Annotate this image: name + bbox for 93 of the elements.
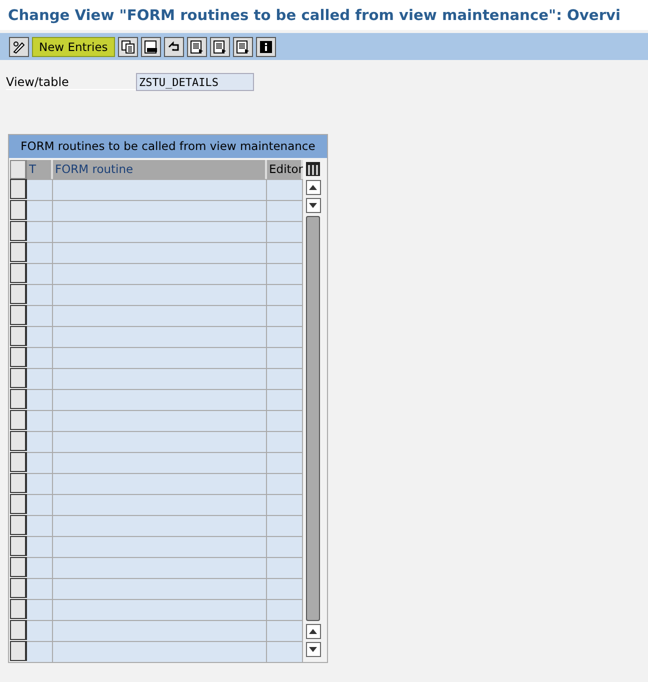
table-cell xyxy=(27,515,53,536)
edit-icon[interactable] xyxy=(9,36,29,56)
down-triangle-icon xyxy=(309,647,317,652)
scroll-down-button[interactable] xyxy=(306,642,320,657)
table-cell xyxy=(27,326,53,347)
table-cell xyxy=(267,536,303,557)
row-selector[interactable] xyxy=(10,284,27,304)
row-selector[interactable] xyxy=(10,263,27,283)
table-cell xyxy=(267,326,303,347)
row-selector[interactable] xyxy=(10,620,27,640)
document-icon[interactable] xyxy=(140,36,161,56)
row-selector[interactable] xyxy=(10,242,27,262)
table-cell xyxy=(267,389,303,410)
info-icon[interactable] xyxy=(256,36,276,56)
row-selector[interactable] xyxy=(10,599,27,619)
table-cell xyxy=(27,578,53,599)
select-all-cell[interactable] xyxy=(10,160,27,179)
table-cell xyxy=(27,473,53,494)
table-cell xyxy=(267,515,303,536)
undo-icon[interactable] xyxy=(164,36,184,56)
column-header[interactable]: Editor xyxy=(267,160,303,179)
table-cell xyxy=(27,494,53,515)
new-entries-button[interactable]: New Entries xyxy=(32,36,115,56)
row-selector[interactable] xyxy=(10,389,27,409)
row-selector[interactable] xyxy=(10,431,27,451)
table-cell xyxy=(267,368,303,389)
row-selector[interactable] xyxy=(10,221,27,241)
table-cell xyxy=(267,242,303,263)
table-cell xyxy=(267,599,303,620)
table-cell xyxy=(267,557,303,578)
table-cell xyxy=(27,557,53,578)
row-selector[interactable] xyxy=(10,578,27,598)
scroll-up-button[interactable] xyxy=(306,624,320,639)
table-cell xyxy=(27,305,53,326)
row-selector[interactable] xyxy=(10,452,27,472)
row-selector[interactable] xyxy=(10,410,27,430)
row-selector[interactable] xyxy=(10,536,27,556)
view-table-field[interactable]: ZSTU_DETAILS xyxy=(136,73,254,91)
down-triangle-icon xyxy=(309,203,317,208)
up-triangle-icon xyxy=(309,629,317,634)
table-cell xyxy=(267,200,303,221)
table-cell xyxy=(27,242,53,263)
row-selector[interactable] xyxy=(10,326,27,346)
table-cell xyxy=(267,494,303,515)
table-cell xyxy=(267,431,303,452)
table-cell xyxy=(27,431,53,452)
row-selector[interactable] xyxy=(10,494,27,514)
table-title: FORM routines to be called from view maintenance xyxy=(9,135,327,158)
table-cell xyxy=(27,620,53,641)
copy-icon[interactable] xyxy=(118,36,138,56)
table-cell xyxy=(27,599,53,620)
table-cell xyxy=(27,284,53,305)
table-cell xyxy=(267,473,303,494)
table-cell xyxy=(267,452,303,473)
table-cell xyxy=(27,536,53,557)
table-cell xyxy=(27,389,53,410)
column-header[interactable]: T xyxy=(27,160,53,179)
row-selector[interactable] xyxy=(10,515,27,535)
table-cell xyxy=(27,200,53,221)
scrollbar-thumb[interactable] xyxy=(306,216,320,621)
row-selector[interactable] xyxy=(10,179,27,199)
table-cell xyxy=(27,221,53,242)
table-cell xyxy=(27,263,53,284)
table-cell xyxy=(267,179,303,200)
row-selector[interactable] xyxy=(10,305,27,325)
table-cell xyxy=(267,578,303,599)
window-title: Change View "FORM routines to be called from view maintenance": Overvi xyxy=(8,6,621,24)
row-selector[interactable] xyxy=(10,641,27,661)
list-icon[interactable] xyxy=(210,36,230,56)
up-triangle-icon xyxy=(309,185,317,190)
row-selector[interactable] xyxy=(10,200,27,220)
scroll-up-button[interactable] xyxy=(306,180,320,195)
row-selector[interactable] xyxy=(10,473,27,493)
row-selector[interactable] xyxy=(10,347,27,367)
table-cell xyxy=(267,263,303,284)
table-cell xyxy=(27,452,53,473)
table-cell xyxy=(27,410,53,431)
table-cell xyxy=(267,410,303,431)
column-settings-icon[interactable] xyxy=(305,160,321,177)
table-cell xyxy=(27,368,53,389)
table-cell xyxy=(27,347,53,368)
table-cell xyxy=(267,620,303,641)
list-icon[interactable] xyxy=(186,36,207,56)
row-selector[interactable] xyxy=(10,368,27,388)
row-selector[interactable] xyxy=(10,557,27,577)
table-cell xyxy=(267,221,303,242)
list-icon[interactable] xyxy=(232,36,253,56)
table-cell xyxy=(267,305,303,326)
scroll-down-button[interactable] xyxy=(306,198,320,213)
table-cell xyxy=(27,179,53,200)
table-cell xyxy=(267,284,303,305)
column-header[interactable]: FORM routine xyxy=(53,160,267,179)
table-cell xyxy=(267,347,303,368)
